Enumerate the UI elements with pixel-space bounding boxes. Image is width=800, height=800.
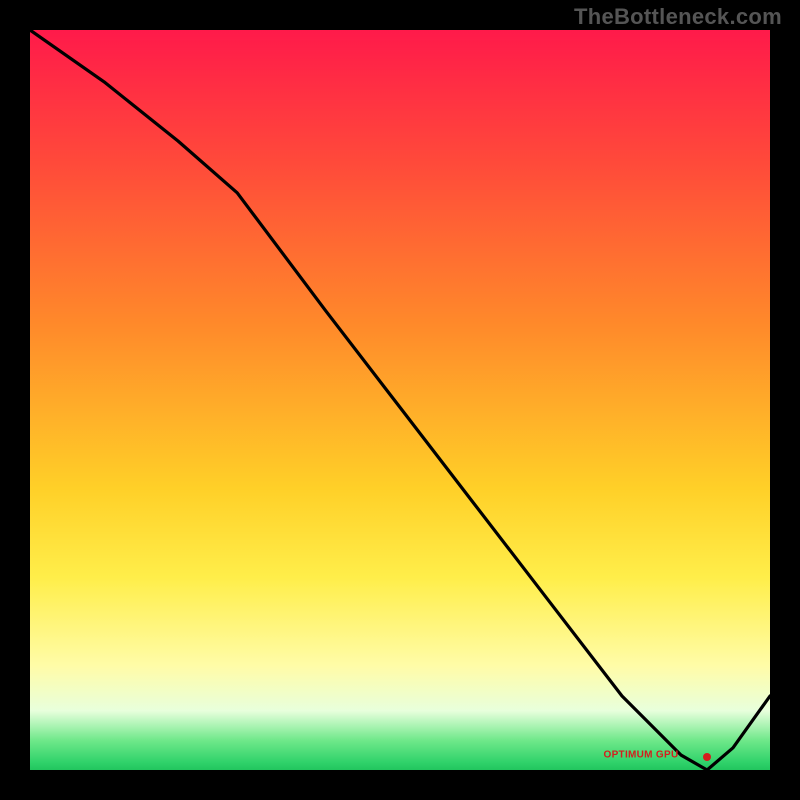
optimum-marker-label: OPTIMUM GPU: [604, 750, 679, 761]
watermark-text: TheBottleneck.com: [574, 4, 782, 30]
optimum-marker-dot: [703, 753, 711, 761]
plot-area: OPTIMUM GPU: [30, 30, 770, 770]
bottleneck-curve: [30, 30, 770, 770]
chart-page: TheBottleneck.com OPTIMUM GPU: [0, 0, 800, 800]
